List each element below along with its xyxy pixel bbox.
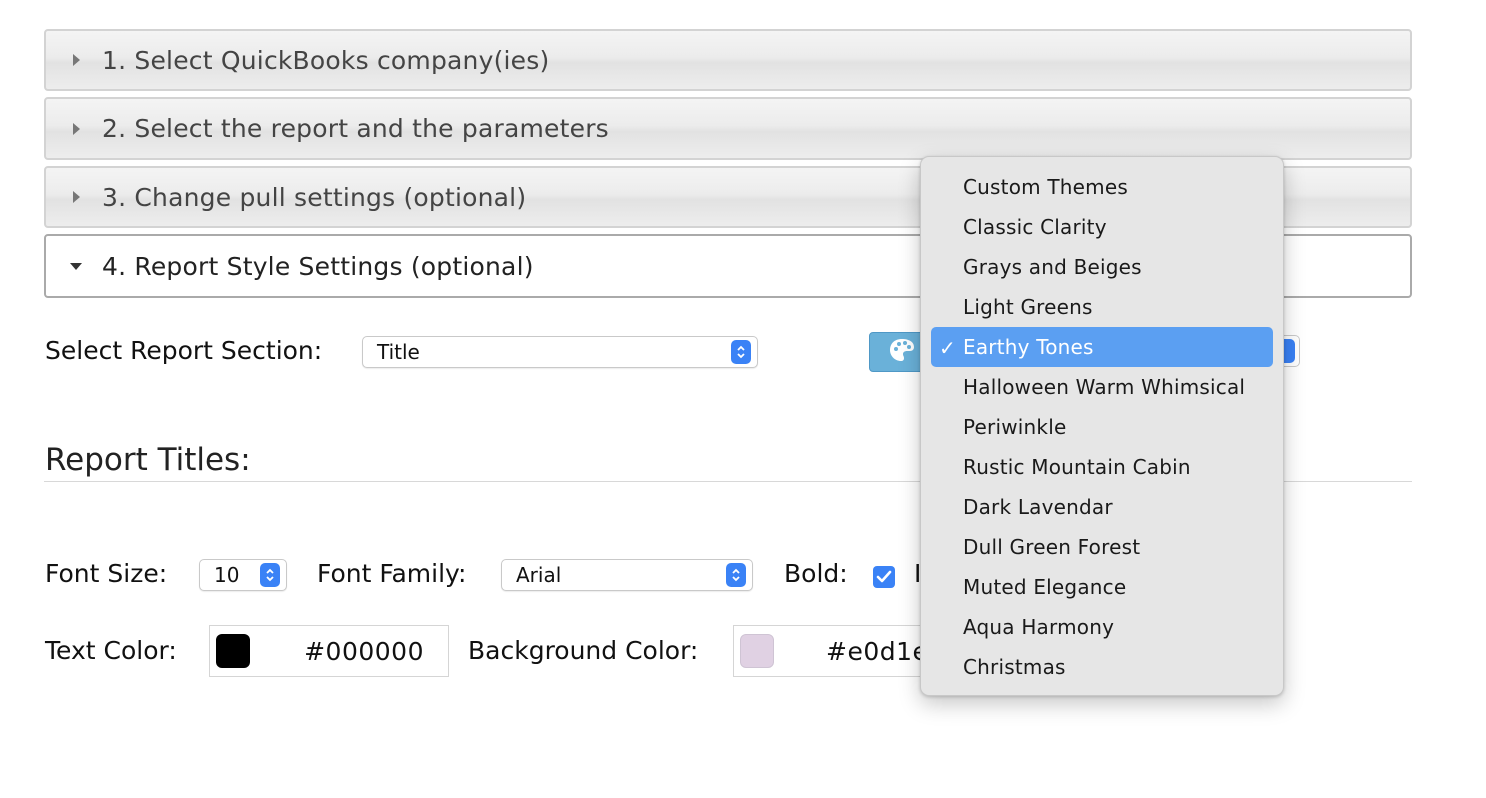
theme-option[interactable]: Classic Clarity [931, 207, 1273, 247]
theme-option[interactable]: Light Greens [931, 287, 1273, 327]
report-section-value: Title [377, 340, 420, 364]
report-titles-heading: Report Titles: [45, 442, 251, 478]
font-size-value: 10 [214, 563, 240, 587]
font-family-value: Arial [516, 563, 562, 587]
theme-option[interactable]: Halloween Warm Whimsical [931, 367, 1273, 407]
font-size-select[interactable]: 10 [199, 559, 287, 591]
checkmark-icon [876, 570, 892, 583]
theme-option-label: Periwinkle [963, 415, 1067, 439]
text-color-picker[interactable]: #000000 [209, 625, 449, 677]
theme-option[interactable]: Grays and Beiges [931, 247, 1273, 287]
theme-option[interactable]: Periwinkle [931, 407, 1273, 447]
accordion-step-2[interactable]: 2. Select the report and the parameters [44, 97, 1412, 160]
accordion-label: 2. Select the report and the parameters [102, 114, 609, 143]
background-color-label: Background Color: [468, 636, 699, 665]
select-arrows-icon [260, 563, 280, 587]
bold-checkbox[interactable] [873, 566, 895, 588]
theme-option-label: Dark Lavendar [963, 495, 1113, 519]
accordion-label: 3. Change pull settings (optional) [102, 182, 527, 212]
theme-option-label: Custom Themes [963, 175, 1128, 199]
theme-option[interactable]: Custom Themes [931, 167, 1273, 207]
theme-option-label: Grays and Beiges [963, 255, 1142, 279]
accordion-step-1[interactable]: 1. Select QuickBooks company(ies) [44, 29, 1412, 91]
text-color-swatch[interactable] [216, 634, 250, 668]
caret-right-icon [73, 191, 80, 203]
theme-option-label: Aqua Harmony [963, 615, 1115, 639]
text-color-label: Text Color: [45, 636, 177, 665]
theme-option[interactable]: Muted Elegance [931, 567, 1273, 607]
caret-right-icon [73, 54, 80, 66]
caret-right-icon [73, 122, 80, 135]
section-select-label: Select Report Section: [45, 336, 323, 365]
theme-option-label: Earthy Tones [963, 335, 1094, 359]
theme-option-label: Light Greens [963, 295, 1093, 319]
checkmark-icon: ✓ [939, 336, 956, 360]
palette-icon [888, 337, 916, 367]
accordion-label: 4. Report Style Settings (optional) [102, 251, 534, 281]
theme-option[interactable]: ✓ Earthy Tones [931, 327, 1273, 367]
text-color-hex: #000000 [304, 636, 424, 666]
bold-label: Bold: [784, 559, 848, 588]
theme-option-label: Muted Elegance [963, 575, 1127, 599]
background-color-hex: #e0d1e [826, 636, 929, 666]
background-color-picker[interactable]: #e0d1e [733, 625, 933, 677]
select-arrows-icon [726, 563, 746, 587]
theme-option-label: Halloween Warm Whimsical [963, 375, 1246, 399]
background-color-swatch[interactable] [740, 634, 774, 668]
accordion-label: 1. Select QuickBooks company(ies) [102, 45, 550, 75]
report-section-select[interactable]: Title [362, 336, 758, 368]
theme-dropdown-menu[interactable]: Custom Themes Classic Clarity Grays and Be… [920, 156, 1284, 696]
font-family-select[interactable]: Arial [501, 559, 753, 591]
font-family-label: Font Family: [317, 559, 467, 588]
theme-option[interactable]: Dark Lavendar [931, 487, 1273, 527]
theme-option[interactable]: Rustic Mountain Cabin [931, 447, 1273, 487]
theme-option-label: Christmas [963, 655, 1066, 679]
theme-option[interactable]: Christmas [931, 647, 1273, 687]
caret-down-icon [70, 262, 82, 270]
font-size-label: Font Size: [45, 559, 168, 588]
select-arrows-icon [731, 340, 751, 364]
theme-option-label: Classic Clarity [963, 215, 1107, 239]
theme-option-label: Dull Green Forest [963, 535, 1141, 559]
theme-option[interactable]: Dull Green Forest [931, 527, 1273, 567]
theme-option-label: Rustic Mountain Cabin [963, 455, 1191, 479]
theme-option[interactable]: Aqua Harmony [931, 607, 1273, 647]
